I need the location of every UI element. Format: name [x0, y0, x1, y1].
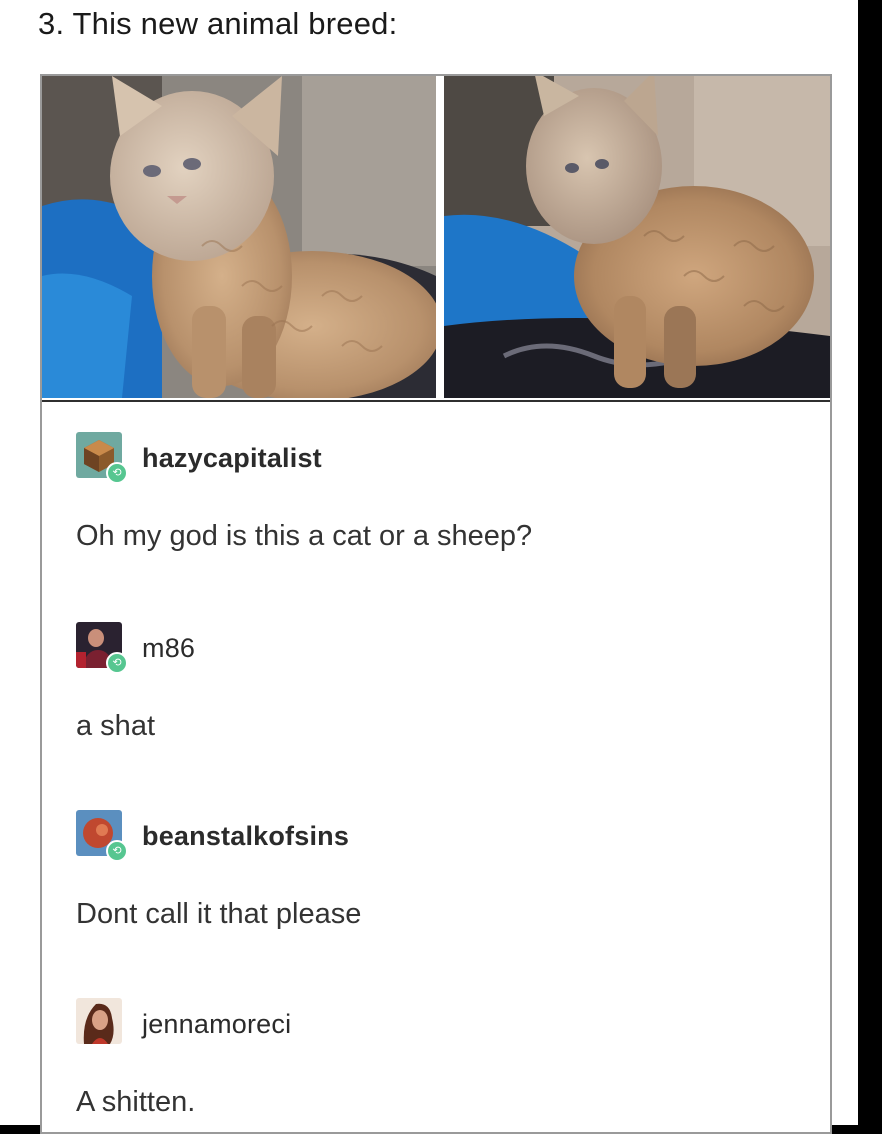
note-message: A shitten.: [76, 1086, 196, 1118]
username[interactable]: m86: [142, 633, 195, 664]
note-message: Dont call it that please: [76, 898, 362, 930]
note-message: Oh my god is this a cat or a sheep?: [76, 520, 533, 552]
username[interactable]: hazycapitalist: [142, 443, 322, 474]
username[interactable]: jennamoreci: [142, 1009, 291, 1040]
note-m86: ⟲ m86 a shat: [76, 622, 195, 743]
portrait-avatar-icon[interactable]: ⟲: [76, 622, 128, 674]
page: 3. This new animal breed: ⟲ hazycapitali…: [0, 0, 858, 1134]
reblog-icon: ⟲: [106, 652, 128, 674]
reblog-icon: ⟲: [106, 462, 128, 484]
photo-row: [42, 76, 830, 402]
cat-photo-right[interactable]: [444, 76, 830, 398]
note-jennamoreci: jennamoreci A shitten.: [76, 998, 291, 1119]
photo-avatar-icon[interactable]: [76, 998, 128, 1050]
list-item-heading: 3. This new animal breed:: [38, 6, 398, 41]
tumblr-post-card: ⟲ hazycapitalist Oh my god is this a cat…: [40, 74, 832, 1134]
reblog-icon: ⟲: [106, 840, 128, 862]
note-hazycapitalist: ⟲ hazycapitalist Oh my god is this a cat…: [76, 432, 532, 553]
cat-photo-left[interactable]: [42, 76, 436, 398]
circle-avatar-icon[interactable]: ⟲: [76, 810, 128, 862]
note-message: a shat: [76, 710, 155, 742]
username[interactable]: beanstalkofsins: [142, 821, 349, 852]
note-beanstalkofsins: ⟲ beanstalkofsins Dont call it that plea…: [76, 810, 361, 931]
cube-avatar-icon[interactable]: ⟲: [76, 432, 128, 484]
